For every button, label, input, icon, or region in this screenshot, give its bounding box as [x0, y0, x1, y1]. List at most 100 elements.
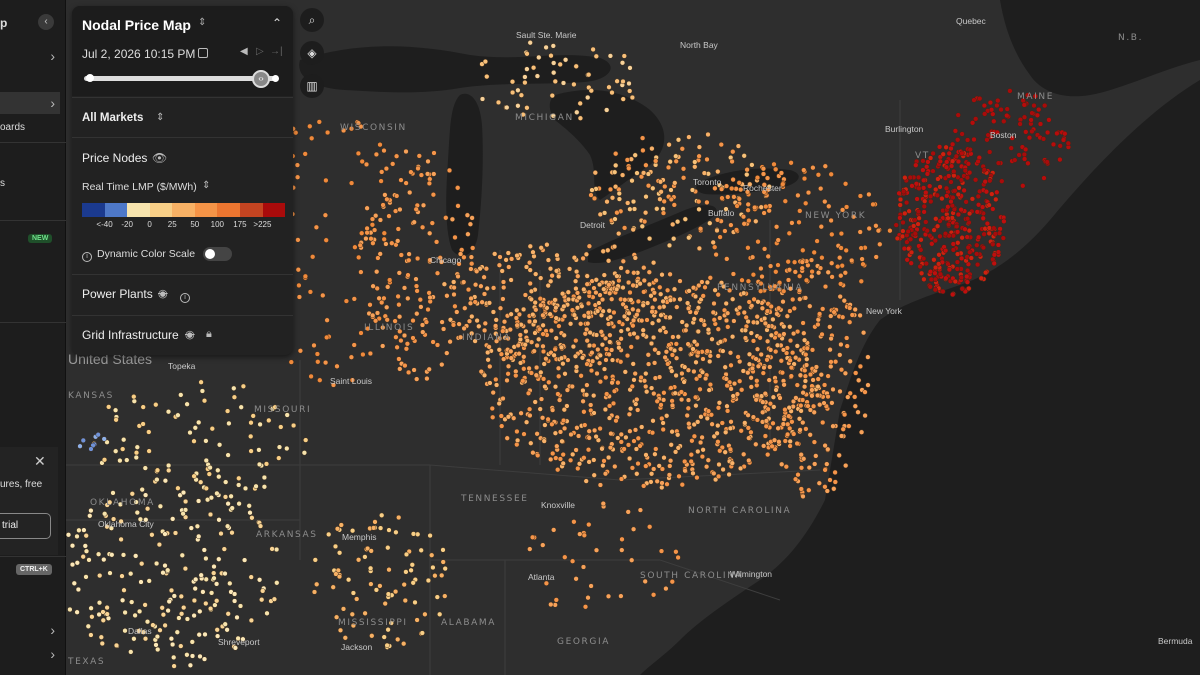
- price-node[interactable]: [224, 408, 231, 414]
- price-node[interactable]: [714, 227, 720, 234]
- date-time-label[interactable]: Jul 2, 2026 10:15 PM: [82, 47, 195, 61]
- price-node[interactable]: [624, 352, 631, 359]
- price-node[interactable]: [439, 572, 445, 579]
- price-node[interactable]: [791, 305, 797, 312]
- price-node[interactable]: [640, 170, 647, 176]
- price-node[interactable]: [955, 112, 961, 118]
- price-node[interactable]: [630, 306, 636, 312]
- price-node[interactable]: [715, 422, 721, 429]
- price-node[interactable]: [88, 605, 94, 611]
- price-node[interactable]: [551, 70, 557, 76]
- price-node[interactable]: [946, 266, 953, 273]
- price-node[interactable]: [395, 238, 401, 244]
- price-node[interactable]: [689, 187, 696, 193]
- price-node[interactable]: [789, 350, 796, 356]
- price-node[interactable]: [802, 367, 808, 374]
- price-node[interactable]: [830, 423, 836, 429]
- price-node[interactable]: [497, 305, 504, 311]
- price-node[interactable]: [521, 431, 527, 437]
- price-node[interactable]: [499, 423, 505, 429]
- price-node[interactable]: [580, 255, 586, 262]
- price-node[interactable]: [303, 437, 309, 443]
- price-node[interactable]: [249, 515, 255, 521]
- price-node[interactable]: [441, 281, 448, 287]
- price-node[interactable]: [649, 145, 655, 152]
- price-node[interactable]: [278, 424, 284, 430]
- price-node[interactable]: [553, 597, 559, 603]
- price-node[interactable]: [632, 370, 638, 377]
- price-node[interactable]: [588, 88, 594, 94]
- price-node[interactable]: [825, 446, 831, 452]
- price-node[interactable]: [434, 342, 441, 348]
- price-node[interactable]: [214, 490, 220, 497]
- price-node[interactable]: [803, 351, 809, 358]
- price-node[interactable]: [208, 590, 215, 596]
- price-node[interactable]: [514, 322, 520, 328]
- price-node[interactable]: [426, 180, 433, 187]
- price-node[interactable]: [362, 610, 368, 616]
- price-node[interactable]: [981, 102, 988, 109]
- price-node[interactable]: [523, 419, 530, 425]
- price-node[interactable]: [649, 309, 655, 315]
- price-node[interactable]: [797, 372, 804, 378]
- price-node[interactable]: [533, 372, 539, 378]
- price-node[interactable]: [384, 317, 390, 323]
- price-node[interactable]: [630, 282, 636, 289]
- price-node[interactable]: [71, 580, 77, 586]
- price-node[interactable]: [524, 337, 531, 344]
- price-node[interactable]: [669, 352, 676, 358]
- price-node[interactable]: [798, 465, 805, 471]
- price-node[interactable]: [779, 370, 786, 376]
- price-node[interactable]: [523, 328, 529, 335]
- price-node[interactable]: [162, 562, 168, 569]
- price-node[interactable]: [907, 236, 914, 242]
- price-node[interactable]: [764, 357, 770, 363]
- price-node[interactable]: [83, 533, 89, 539]
- price-node[interactable]: [1022, 146, 1029, 153]
- step-forward-icon[interactable]: ▷: [256, 46, 264, 57]
- price-node[interactable]: [741, 451, 747, 457]
- price-node[interactable]: [643, 162, 649, 168]
- price-node[interactable]: [537, 406, 543, 412]
- price-node[interactable]: [597, 425, 603, 432]
- price-node[interactable]: [515, 342, 521, 349]
- price-node[interactable]: [860, 330, 867, 336]
- price-node[interactable]: [302, 151, 308, 157]
- price-node[interactable]: [550, 450, 556, 457]
- price-node[interactable]: [472, 282, 479, 288]
- price-node[interactable]: [981, 167, 987, 173]
- price-node[interactable]: [574, 305, 581, 311]
- price-node[interactable]: [852, 403, 858, 409]
- price-node[interactable]: [604, 199, 610, 205]
- price-node[interactable]: [810, 165, 816, 171]
- price-node[interactable]: [364, 230, 370, 236]
- price-node[interactable]: [118, 536, 124, 543]
- price-node[interactable]: [396, 270, 402, 276]
- price-node[interactable]: [965, 161, 972, 167]
- price-node[interactable]: [696, 144, 703, 150]
- price-node[interactable]: [671, 236, 677, 242]
- price-node[interactable]: [515, 87, 521, 93]
- price-node[interactable]: [109, 552, 115, 558]
- price-node[interactable]: [533, 307, 539, 313]
- price-node[interactable]: [222, 570, 228, 577]
- price-node[interactable]: [814, 392, 821, 399]
- price-node[interactable]: [414, 255, 421, 262]
- price-node[interactable]: [501, 284, 507, 291]
- price-node[interactable]: [605, 247, 611, 253]
- price-node[interactable]: [88, 632, 94, 638]
- price-node[interactable]: [312, 557, 318, 563]
- columns-icon[interactable]: ▥: [300, 74, 324, 98]
- price-node[interactable]: [594, 370, 600, 377]
- price-node[interactable]: [609, 380, 615, 386]
- price-node[interactable]: [643, 370, 649, 377]
- price-node[interactable]: [372, 519, 378, 525]
- price-node[interactable]: [619, 536, 625, 542]
- price-node[interactable]: [83, 548, 90, 554]
- price-node[interactable]: [601, 366, 608, 372]
- price-node[interactable]: [787, 337, 794, 344]
- price-node[interactable]: [902, 175, 908, 181]
- price-node[interactable]: [641, 218, 648, 225]
- price-node[interactable]: [1025, 160, 1031, 166]
- price-node[interactable]: [540, 343, 546, 349]
